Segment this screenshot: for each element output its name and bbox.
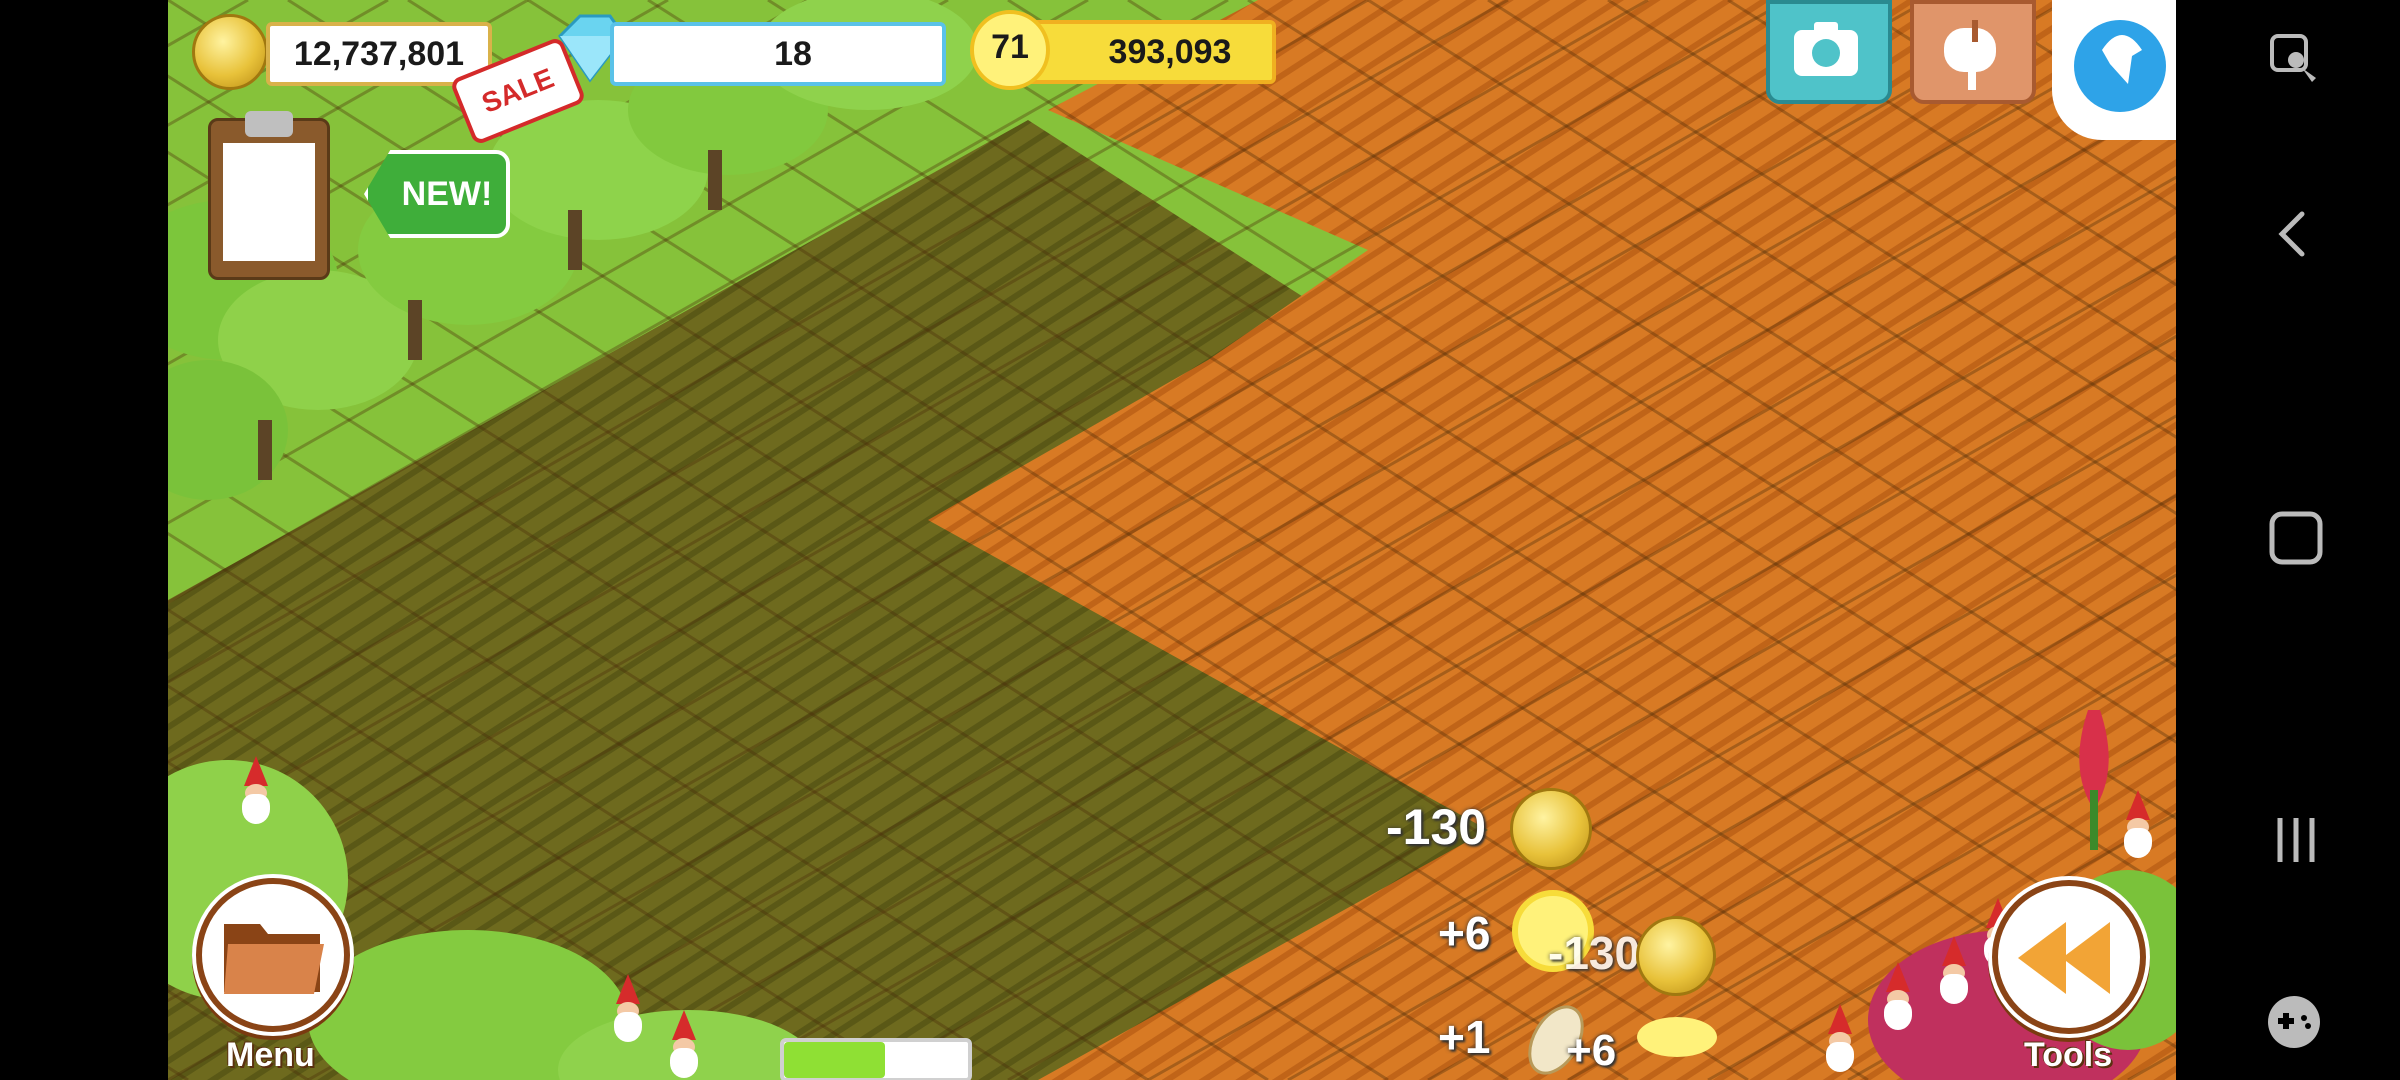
sale-label: SALE <box>477 62 559 119</box>
clipboard-clip <box>245 111 293 137</box>
coin-loss-text: -130 <box>1386 799 1487 855</box>
folder-icon <box>196 878 350 1032</box>
menu-label: Menu <box>226 1036 315 1074</box>
coin-icon <box>1636 916 1716 996</box>
system-nav-bar <box>2176 0 2400 1080</box>
garden-gnome[interactable] <box>2118 790 2158 860</box>
camera-icon <box>1794 22 1858 76</box>
new-label: NEW! <box>401 175 493 213</box>
gain-plus-six-text: +6 <box>1566 1026 1617 1075</box>
garden-gnome[interactable] <box>664 1010 704 1080</box>
refresh-button[interactable] <box>2052 0 2176 140</box>
mailbox-button[interactable] <box>1910 0 2036 104</box>
game-viewport[interactable]: 12,737,801 18 393,093 71 SALE NEW! -130 … <box>168 0 2176 1080</box>
tools-button[interactable] <box>1988 876 2150 1038</box>
xp-star-icon <box>1637 1017 1717 1057</box>
clipboard-icon[interactable] <box>208 111 330 280</box>
level-number: 71 <box>991 28 1029 66</box>
garden-gnome[interactable] <box>236 756 276 826</box>
garden-gnome[interactable] <box>608 974 648 1044</box>
xp-gain-text: +6 <box>1438 907 1491 959</box>
garden-gnome[interactable] <box>1820 1004 1860 1074</box>
rewind-icon <box>1992 880 2146 1034</box>
diamond-amount: 18 <box>774 34 812 73</box>
left-letterbox <box>0 0 168 1080</box>
gain-plus-one-text: +1 <box>1438 1011 1491 1063</box>
progress-fill <box>784 1042 886 1078</box>
screen-lock-icon[interactable] <box>2266 30 2322 86</box>
recents-icon[interactable] <box>2266 810 2326 870</box>
diamond-counter[interactable]: 18 <box>610 22 946 86</box>
new-badge[interactable]: NEW! <box>364 150 510 238</box>
coin-partial-text: -130 <box>1548 927 1641 979</box>
garden-gnome[interactable] <box>1878 962 1918 1032</box>
clipboard-paper <box>223 143 315 261</box>
coin-amount: 12,737,801 <box>293 34 465 73</box>
xp-amount: 393,093 <box>1108 32 1232 71</box>
progress-bar <box>780 1038 972 1080</box>
tools-label: Tools <box>2024 1036 2113 1074</box>
garden-gnome[interactable] <box>1934 936 1974 1006</box>
coin-icon <box>1510 788 1592 870</box>
menu-button[interactable] <box>192 874 354 1036</box>
coin-icon <box>192 14 268 90</box>
refresh-icon <box>2074 20 2166 112</box>
back-icon[interactable] <box>2272 206 2312 262</box>
gamepad-icon[interactable] <box>2262 990 2326 1054</box>
camera-button[interactable] <box>1766 0 1892 104</box>
mailbox-icon <box>1944 20 1996 90</box>
home-icon[interactable] <box>2266 508 2326 568</box>
